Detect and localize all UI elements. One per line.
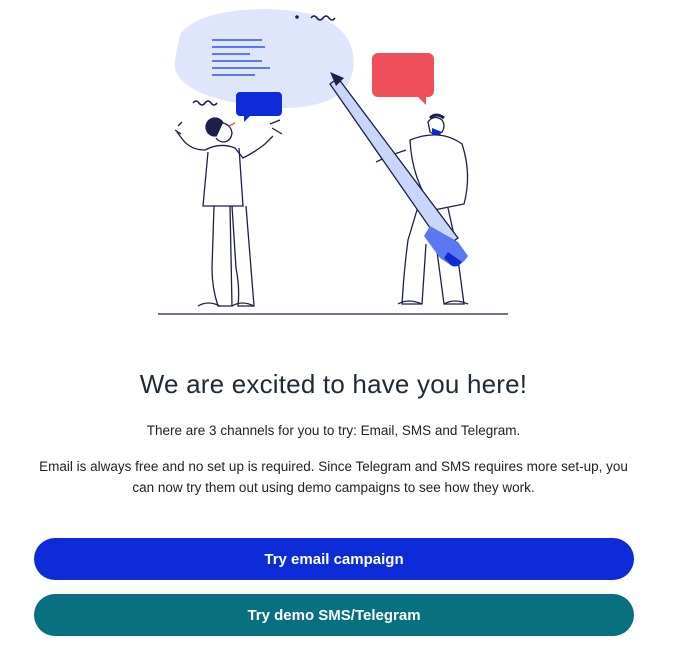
channels-details-text: Email is always free and no set up is re… [39, 459, 628, 495]
blue-speech-bubble [236, 92, 282, 122]
welcome-illustration-icon [158, 9, 508, 315]
red-speech-bubble [372, 53, 434, 105]
welcome-page: We are excited to have you here! There a… [0, 0, 681, 653]
left-person [174, 117, 283, 307]
channels-intro-text: There are 3 channels for you to try: Ema… [146, 423, 521, 438]
page-title: We are excited to have you here! [139, 369, 528, 399]
try-demo-sms-telegram-button[interactable]: Try demo SMS/Telegram [34, 594, 634, 636]
try-email-campaign-button[interactable]: Try email campaign [34, 538, 634, 580]
